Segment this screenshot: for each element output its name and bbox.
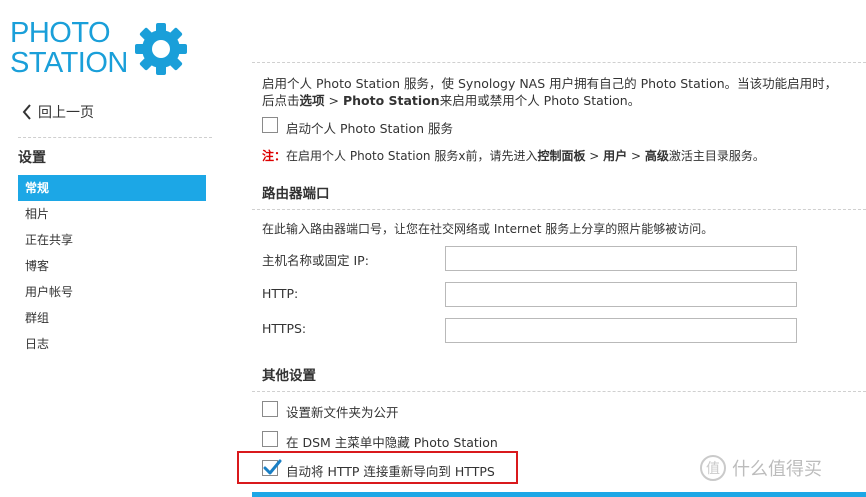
menu-item-blog[interactable]: 博客 [18,253,206,279]
menu-item-logs[interactable]: 日志 [18,331,206,357]
host-label: 主机名称或固定 IP: [262,253,369,268]
main-content: 启用个人 Photo Station 服务，使 Synology NAS 用户拥… [252,0,866,497]
other-settings-title: 其他设置 [262,368,316,384]
router-port-title: 路由器端口 [262,186,330,202]
enable-personal-label: 启动个人 Photo Station 服务 [286,121,454,136]
logo-line1: PHOTO [10,17,111,49]
menu-item-general[interactable]: 常规 [18,175,206,201]
settings-title: 设置 [18,150,46,166]
watermark-text: 什么值得买 [732,459,822,480]
https-port-input[interactable] [445,318,797,343]
options-link: 选项 [299,93,325,108]
logo-line2: STATION [10,47,128,79]
highlight-box [237,451,518,484]
watermark-icon: 值 [700,455,726,481]
host-input[interactable] [445,246,797,271]
divider [252,391,866,392]
chevron-left-icon [22,104,31,120]
back-label: 回上一页 [38,105,94,121]
http-label: HTTP: [262,286,299,301]
menu-item-groups[interactable]: 群组 [18,305,206,331]
note-prefix: 注： [262,149,287,163]
settings-menu: 常规 相片 正在共享 博客 用户帐号 群组 日志 [18,175,206,357]
back-button[interactable]: 回上一页 [22,101,94,123]
gear-icon [135,23,187,75]
menu-item-user-accounts[interactable]: 用户帐号 [18,279,206,305]
watermark: 值 什么值得买 [700,455,822,481]
public-folder-label: 设置新文件夹为公开 [286,405,399,420]
divider [252,209,866,210]
personal-desc-line2: 后点击选项 > Photo Station来启用或禁用个人 Photo Stat… [262,93,641,108]
divider [18,137,212,138]
menu-item-sharing[interactable]: 正在共享 [18,227,206,253]
divider [252,62,866,63]
bottom-accent-bar [252,492,866,497]
hide-in-dsm-checkbox[interactable] [262,431,278,447]
menu-item-photos[interactable]: 相片 [18,201,206,227]
hide-in-dsm-label: 在 DSM 主菜单中隐藏 Photo Station [286,435,498,450]
personal-note: 注：在启用个人 Photo Station 服务x前，请先进入控制面板 > 用户… [262,149,765,163]
https-label: HTTPS: [262,321,307,336]
public-folder-checkbox[interactable] [262,401,278,417]
http-port-input[interactable] [445,282,797,307]
enable-personal-checkbox[interactable] [262,117,278,133]
sidebar: PHOTO STATION 回上一页 设置 常规 相片 正在共享 博客 用户帐号… [0,0,215,497]
router-port-desc: 在此输入路由器端口号，让您在社交网络或 Internet 服务上分享的照片能够被… [262,222,714,236]
